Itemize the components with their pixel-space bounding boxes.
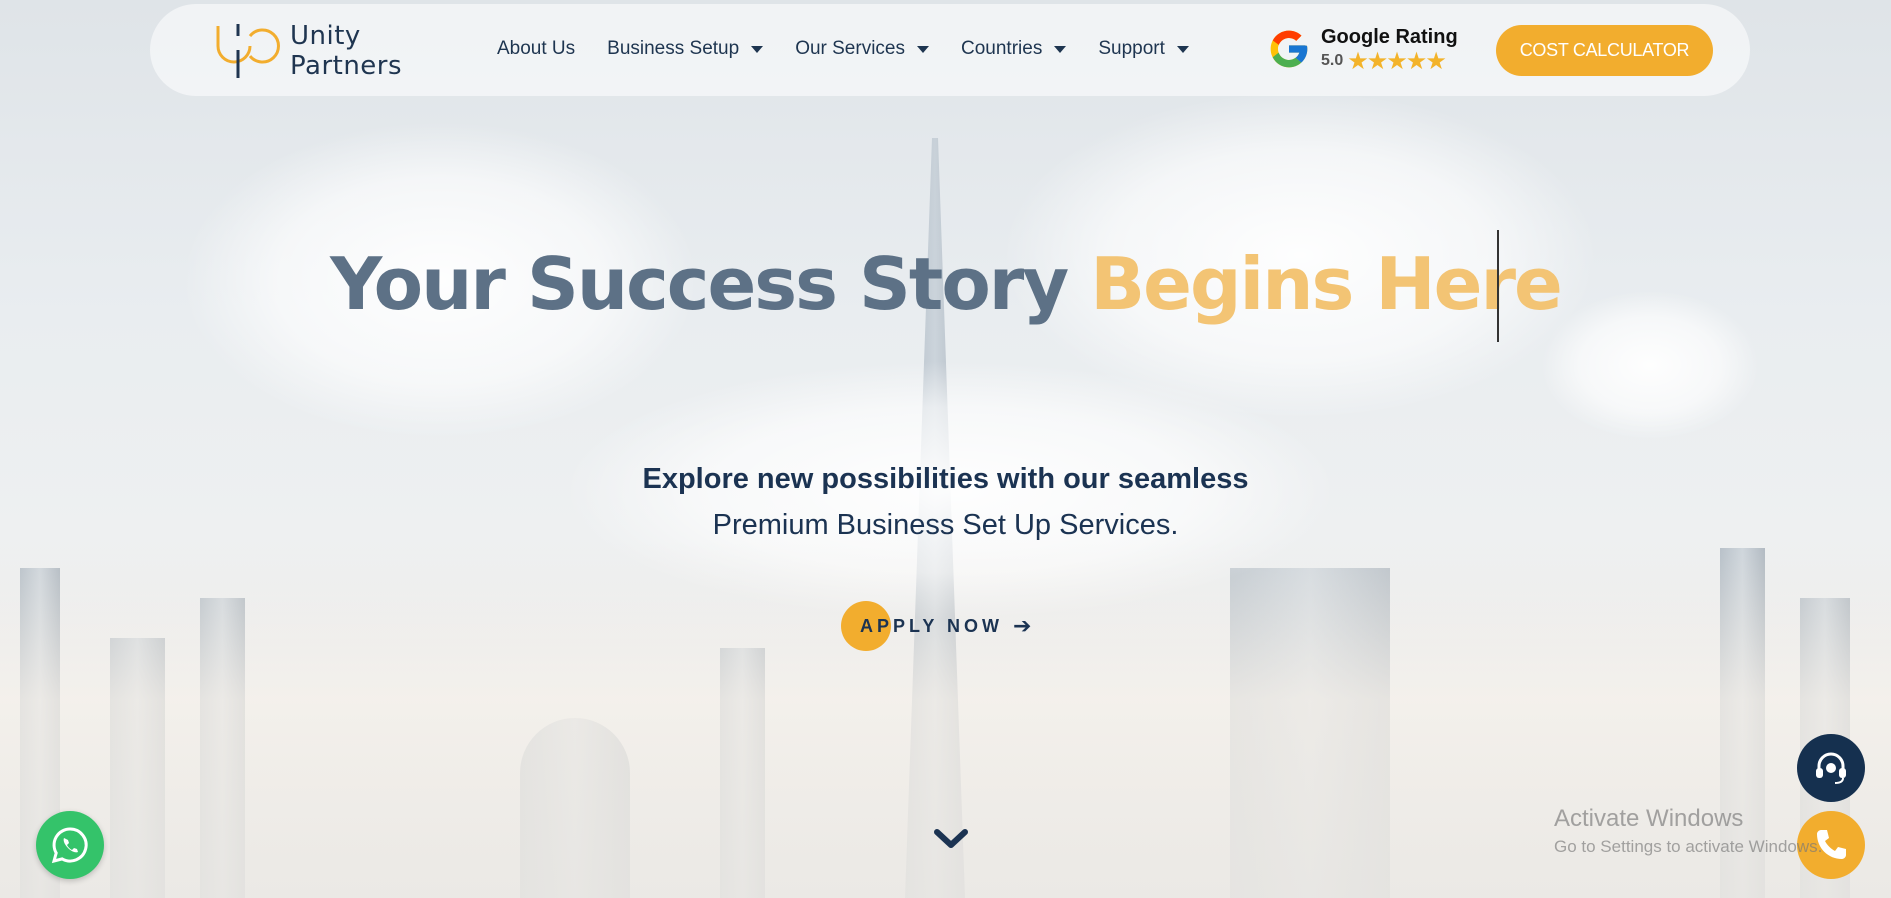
rating-sub: 5.0 ★★★★★ bbox=[1321, 47, 1458, 75]
logo[interactable]: Unity Partners bbox=[210, 20, 402, 82]
cost-calculator-button[interactable]: COST CALCULATOR bbox=[1496, 25, 1713, 76]
logo-text: Unity Partners bbox=[290, 21, 402, 81]
whatsapp-button[interactable] bbox=[36, 811, 104, 879]
hero-background bbox=[0, 0, 1891, 898]
logo-mark-icon bbox=[216, 24, 280, 78]
windows-activation-watermark: Activate Windows Go to Settings to activ… bbox=[1554, 805, 1822, 857]
google-icon bbox=[1270, 30, 1308, 68]
hero-subtitle-line2: Premium Business Set Up Services. bbox=[712, 509, 1179, 541]
nav-item-support[interactable]: Support bbox=[1098, 38, 1189, 60]
google-rating[interactable]: Google Rating 5.0 ★★★★★ bbox=[1267, 26, 1458, 75]
nav-item-label: About Us bbox=[497, 38, 576, 59]
nav-item-business-setup[interactable]: Business Setup bbox=[607, 38, 764, 60]
support-chat-button[interactable] bbox=[1797, 734, 1865, 802]
logo-line2: Partners bbox=[290, 51, 403, 81]
nav-item-our-services[interactable]: Our Services bbox=[795, 38, 929, 60]
arrow-right-icon: ➔ bbox=[1013, 613, 1032, 639]
site-header: Unity Partners About Us Business Setup O… bbox=[150, 4, 1750, 96]
hero-title-part2: Begins Here bbox=[1090, 242, 1563, 326]
apply-now-label: APPLY NOW bbox=[860, 615, 1004, 636]
main-nav: About Us Business Setup Our Services Cou… bbox=[497, 38, 1221, 60]
headset-icon bbox=[1816, 752, 1846, 784]
star-rating-icon: ★★★★★ bbox=[1347, 47, 1447, 75]
caret-down-icon bbox=[1176, 45, 1189, 53]
apply-now-button[interactable]: APPLY NOW ➔ bbox=[841, 601, 1031, 651]
caret-down-icon bbox=[751, 45, 764, 53]
chevron-down-icon[interactable] bbox=[934, 828, 968, 850]
activate-title: Activate Windows bbox=[1554, 805, 1744, 832]
nav-item-label: Our Services bbox=[795, 38, 905, 59]
caret-down-icon bbox=[917, 45, 929, 53]
logo-line1: Unity bbox=[290, 21, 361, 51]
rating-text: Google Rating 5.0 ★★★★★ bbox=[1321, 26, 1458, 75]
rating-score: 5.0 bbox=[1321, 52, 1344, 69]
hero-title-part1: Your Success Story bbox=[330, 242, 1091, 326]
nav-item-label: Business Setup bbox=[607, 38, 740, 59]
rating-title: Google Rating bbox=[1321, 26, 1458, 48]
activate-subtitle: Go to Settings to activate Windows. bbox=[1554, 837, 1823, 856]
nav-item-about-us[interactable]: About Us bbox=[497, 38, 575, 60]
nav-item-countries[interactable]: Countries bbox=[961, 38, 1067, 60]
nav-item-label: Countries bbox=[961, 38, 1043, 59]
hero-title: Your Success Story Begins Here bbox=[0, 242, 1891, 326]
nav-item-label: Support bbox=[1098, 38, 1165, 59]
caret-down-icon bbox=[1054, 45, 1067, 53]
typing-cursor bbox=[1497, 230, 1499, 342]
hero-subtitle-line1: Explore new possibilities with our seaml… bbox=[642, 463, 1249, 495]
whatsapp-icon bbox=[51, 827, 88, 864]
